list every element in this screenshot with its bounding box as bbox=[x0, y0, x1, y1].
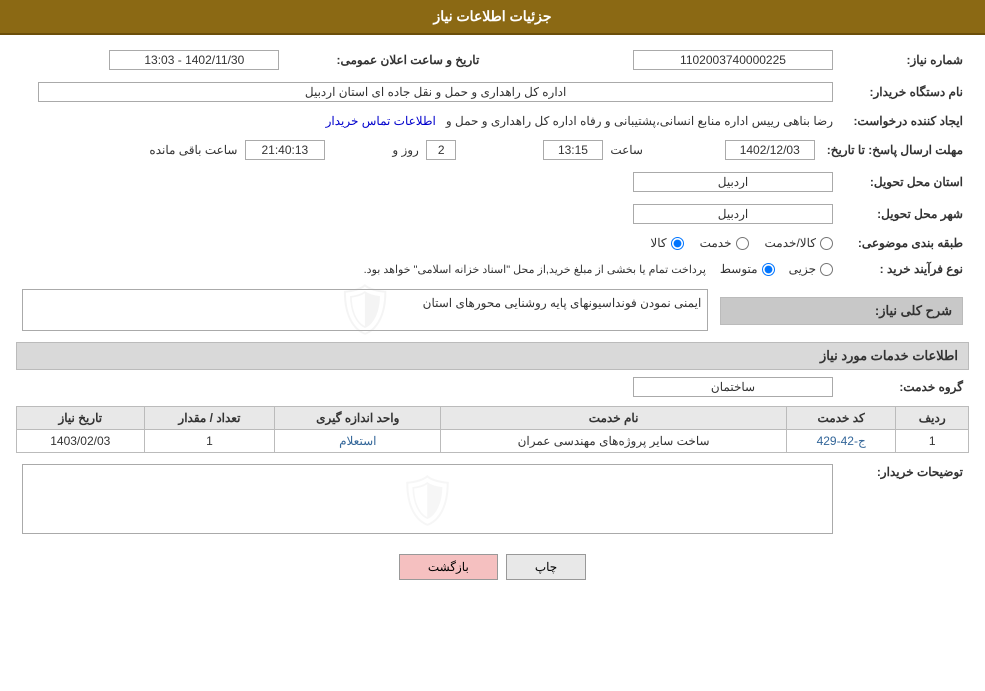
category-service-option[interactable]: خدمت bbox=[700, 236, 749, 250]
need-number-label: شماره نیاز: bbox=[839, 47, 969, 73]
buyer-org-label: نام دستگاه خریدار: bbox=[839, 79, 969, 105]
row-number: 1 bbox=[896, 430, 969, 453]
province-label: استان محل تحویل: bbox=[839, 169, 969, 195]
process-medium-option[interactable]: متوسط bbox=[720, 262, 775, 276]
description-value: ایمنی نمودن فونداسیونهای پایه روشنایی مح… bbox=[423, 296, 702, 310]
col-code: کد خدمت bbox=[786, 407, 895, 430]
col-unit: واحد اندازه گیری bbox=[275, 407, 441, 430]
announce-label: تاریخ و ساعت اعلان عمومی: bbox=[285, 47, 485, 73]
buttons-row: چاپ بازگشت bbox=[16, 554, 969, 580]
deadline-time-input: 13:15 bbox=[543, 140, 603, 160]
col-date: تاریخ نیاز bbox=[17, 407, 145, 430]
category-goods-service-option[interactable]: کالا/خدمت bbox=[765, 236, 833, 250]
process-partial-radio[interactable] bbox=[820, 263, 833, 276]
need-number-row: شماره نیاز: 1102003740000225 تاریخ و ساع… bbox=[16, 47, 969, 73]
print-button[interactable]: چاپ bbox=[506, 554, 586, 580]
category-row: طبقه بندی موضوعی: کالا/خدمت خدمت bbox=[16, 233, 969, 253]
category-goods-radio[interactable] bbox=[671, 237, 684, 250]
city-input: اردبیل bbox=[633, 204, 833, 224]
description-row: شرح کلی نیاز: 🛡 ایمنی نمودن فونداسیونهای… bbox=[16, 285, 969, 334]
city-label: شهر محل تحویل: bbox=[839, 201, 969, 227]
description-section-label: شرح کلی نیاز: bbox=[720, 297, 963, 325]
announce-input: 1402/11/30 - 13:03 bbox=[109, 50, 279, 70]
page-header: جزئیات اطلاعات نیاز bbox=[0, 0, 985, 35]
buyer-org-row: نام دستگاه خریدار: اداره کل راهداری و حم… bbox=[16, 79, 969, 105]
col-row: ردیف bbox=[896, 407, 969, 430]
category-service-radio[interactable] bbox=[736, 237, 749, 250]
deadline-row: مهلت ارسال پاسخ: تا تاریخ: 1402/12/03 سا… bbox=[16, 137, 969, 163]
process-full-text: پرداخت تمام یا بخشی از مبلغ خرید,از محل … bbox=[364, 263, 706, 276]
col-name: نام خدمت bbox=[441, 407, 787, 430]
row-qty: 1 bbox=[144, 430, 275, 453]
content-area: شماره نیاز: 1102003740000225 تاریخ و ساع… bbox=[0, 35, 985, 592]
buyer-org-input: اداره کل راهداری و حمل و نقل جاده ای است… bbox=[38, 82, 833, 102]
row-code: ج-42-429 bbox=[786, 430, 895, 453]
service-group-label: گروه خدمت: bbox=[839, 374, 969, 400]
need-number-input: 1102003740000225 bbox=[633, 50, 833, 70]
buyer-notes-row: توضیحات خریدار: 🛡 bbox=[16, 461, 969, 540]
deadline-date-input: 1402/12/03 bbox=[725, 140, 815, 160]
table-row: 1 ج-42-429 ساخت سایر پروژه‌های مهندسی عم… bbox=[17, 430, 969, 453]
col-qty: تعداد / مقدار bbox=[144, 407, 275, 430]
buyer-notes-label: توضیحات خریدار: bbox=[839, 461, 969, 540]
service-group-input: ساختمان bbox=[633, 377, 833, 397]
deadline-counter-input: 21:40:13 bbox=[245, 140, 325, 160]
process-radio-group: جزیی متوسط پرداخت تمام یا بخشی از مبلغ خ… bbox=[22, 262, 833, 276]
requester-label: ایجاد کننده درخواست: bbox=[839, 111, 969, 131]
buyer-notes-textarea[interactable] bbox=[22, 464, 833, 534]
category-goods-option[interactable]: کالا bbox=[650, 236, 683, 250]
row-unit: استعلام bbox=[275, 430, 441, 453]
page-title: جزئیات اطلاعات نیاز bbox=[433, 8, 551, 24]
time-label: ساعت bbox=[606, 143, 647, 157]
services-section-header: اطلاعات خدمات مورد نیاز bbox=[16, 342, 969, 370]
deadline-date-cell: 1402/12/03 bbox=[653, 137, 821, 163]
process-row: نوع فرآیند خرید : جزیی متوسط پرداخت تمام… bbox=[16, 259, 969, 279]
deadline-label: مهلت ارسال پاسخ: تا تاریخ: bbox=[821, 137, 969, 163]
city-row: شهر محل تحویل: اردبیل bbox=[16, 201, 969, 227]
watermark-icon: 🛡 bbox=[333, 281, 396, 340]
row-name: ساخت سایر پروژه‌های مهندسی عمران bbox=[441, 430, 787, 453]
service-group-row: گروه خدمت: ساختمان bbox=[16, 374, 969, 400]
category-goods-service-radio[interactable] bbox=[820, 237, 833, 250]
requester-contact-link[interactable]: اطلاعات تماس خریدار bbox=[326, 114, 436, 128]
announce-value: 1402/11/30 - 13:03 bbox=[16, 47, 285, 73]
services-table: ردیف کد خدمت نام خدمت واحد اندازه گیری ت… bbox=[16, 406, 969, 453]
province-row: استان محل تحویل: اردبیل bbox=[16, 169, 969, 195]
remaining-label: ساعت باقی مانده bbox=[145, 143, 241, 157]
category-radio-group: کالا/خدمت خدمت کالا bbox=[22, 236, 833, 250]
days-label: روز و bbox=[388, 143, 423, 157]
requester-name: رضا بناهی رییس اداره منابع انسانی،پشتیبا… bbox=[446, 114, 833, 128]
category-label: طبقه بندی موضوعی: bbox=[839, 233, 969, 253]
process-medium-radio[interactable] bbox=[762, 263, 775, 276]
province-input: اردبیل bbox=[633, 172, 833, 192]
back-button[interactable]: بازگشت bbox=[399, 554, 498, 580]
page-wrapper: جزئیات اطلاعات نیاز شماره نیاز: 11020037… bbox=[0, 0, 985, 691]
requester-row: ایجاد کننده درخواست: رضا بناهی رییس ادار… bbox=[16, 111, 969, 131]
process-partial-option[interactable]: جزیی bbox=[789, 262, 833, 276]
row-date: 1403/02/03 bbox=[17, 430, 145, 453]
need-number-value: 1102003740000225 bbox=[525, 47, 839, 73]
description-box: 🛡 ایمنی نمودن فونداسیونهای پایه روشنایی … bbox=[22, 289, 708, 331]
deadline-days-input: 2 bbox=[426, 140, 456, 160]
process-label: نوع فرآیند خرید : bbox=[839, 259, 969, 279]
